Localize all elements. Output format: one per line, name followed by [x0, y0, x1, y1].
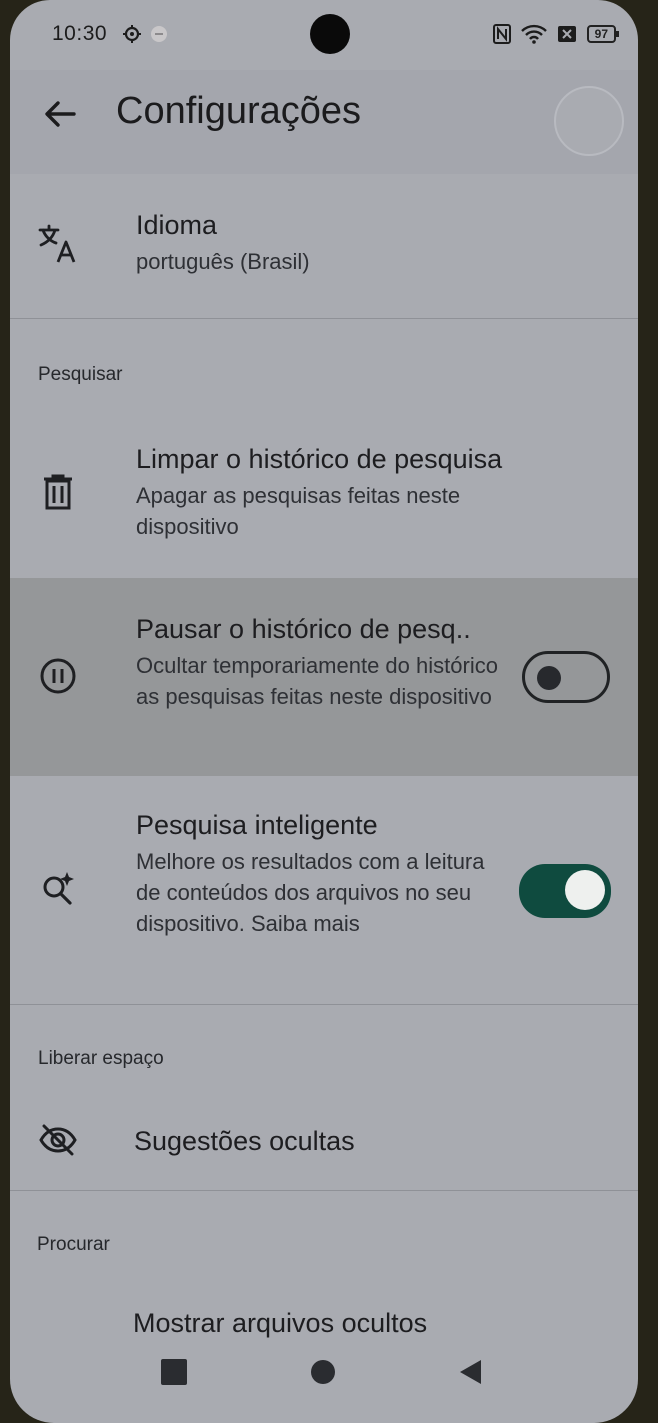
language-text: Idioma português (Brasil)	[136, 208, 508, 277]
divider	[10, 318, 638, 319]
nfc-icon	[492, 24, 511, 44]
translate-icon	[36, 222, 80, 266]
trash-icon	[36, 470, 80, 514]
front-camera	[310, 14, 350, 54]
show-hidden-files-title: Mostrar arquivos ocultos	[133, 1308, 428, 1338]
pause-history-subtitle: Ocultar temporariamente do histórico as …	[136, 653, 498, 709]
toggle-knob	[565, 870, 605, 910]
back-arrow-icon[interactable]	[38, 92, 82, 136]
eye-off-icon	[36, 1118, 80, 1162]
smart-search-icon	[36, 866, 80, 910]
status-left-icons	[122, 24, 168, 44]
status-right-icons: 97	[492, 24, 620, 44]
wifi-icon	[520, 24, 547, 44]
language-value: português (Brasil)	[136, 249, 310, 274]
back-triangle-icon[interactable]	[456, 1357, 486, 1387]
clear-history-title: Limpar o histórico de pesquisa	[136, 444, 503, 474]
language-label: Idioma	[136, 210, 218, 240]
settings-gear-icon	[123, 25, 141, 43]
hidden-suggestions-title: Sugestões ocultas	[134, 1126, 355, 1156]
avatar[interactable]	[554, 86, 624, 156]
screen: 10:30 97 Configurações Idioma português …	[10, 0, 638, 1423]
pause-history-text: Pausar o histórico de pesq.. Ocultar tem…	[136, 612, 508, 712]
hidden-suggestions-text: Sugestões ocultas	[134, 1124, 508, 1158]
sim-off-icon	[557, 26, 576, 42]
learn-more-link[interactable]: Saiba mais	[251, 911, 360, 936]
status-time: 10:30	[52, 22, 108, 45]
toggle-knob	[537, 666, 561, 690]
minus-badge-icon	[151, 26, 167, 42]
language-setting[interactable]: Idioma português (Brasil)	[10, 174, 638, 318]
pause-history-setting[interactable]: Pausar o histórico de pesq.. Ocultar tem…	[10, 578, 638, 776]
recents-square-icon[interactable]	[159, 1357, 189, 1387]
smart-search-setting[interactable]: Pesquisa inteligente Melhore os resultad…	[10, 776, 638, 1004]
page-title: Configurações	[116, 90, 362, 132]
pause-history-title: Pausar o histórico de pesq..	[136, 614, 471, 644]
status-bar: 10:30 97	[10, 0, 638, 70]
clear-history-setting[interactable]: Limpar o histórico de pesquisa Apagar as…	[10, 422, 638, 578]
smart-search-subtitle: Melhore os resultados com a leitura de c…	[136, 846, 508, 939]
home-circle-icon[interactable]	[308, 1357, 338, 1387]
pause-circle-icon	[36, 654, 80, 698]
section-title-browse: Procurar	[37, 1234, 110, 1255]
smart-search-title: Pesquisa inteligente	[136, 810, 378, 840]
smart-search-text: Pesquisa inteligente Melhore os resultad…	[136, 808, 508, 939]
section-title-free-space: Liberar espaço	[38, 1048, 164, 1069]
divider	[10, 1190, 638, 1191]
clear-history-text: Limpar o histórico de pesquisa Apagar as…	[136, 442, 568, 542]
divider	[10, 1004, 638, 1005]
section-title-search: Pesquisar	[38, 364, 123, 385]
show-hidden-files-text: Mostrar arquivos ocultos	[133, 1306, 508, 1340]
hidden-suggestions-setting[interactable]: Sugestões ocultas	[10, 1094, 638, 1190]
battery-icon: 97	[586, 25, 620, 43]
pause-history-toggle[interactable]	[522, 651, 610, 703]
navigation-bar	[10, 1343, 638, 1423]
clear-history-subtitle: Apagar as pesquisas feitas neste disposi…	[136, 483, 461, 539]
app-bar: Configurações	[10, 70, 638, 174]
smart-search-toggle[interactable]	[519, 864, 611, 918]
